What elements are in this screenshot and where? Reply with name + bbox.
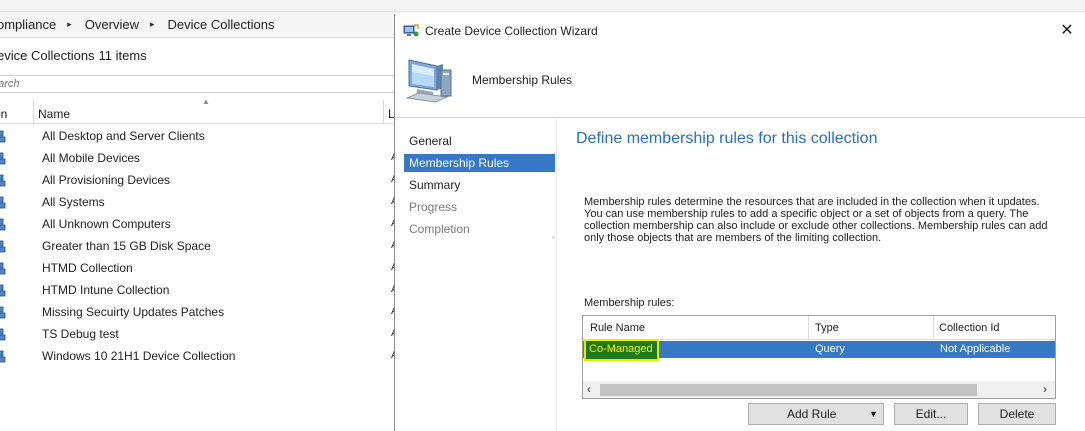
device-collection-icon: [0, 262, 6, 275]
list-item[interactable]: Greater than 15 GB Disk SpaceA: [0, 235, 400, 257]
membership-rules-label: Membership rules:: [584, 297, 675, 309]
list-item[interactable]: Missing Secuirty Updates PatchesA: [0, 301, 400, 323]
list-item[interactable]: All Desktop and Server Clients: [0, 125, 400, 147]
device-collection-icon: [0, 306, 6, 319]
search-bar: [0, 75, 400, 93]
collection-name: Greater than 15 GB Disk Space: [42, 239, 211, 253]
rules-table-header: Rule Name Type Collection Id: [583, 316, 1055, 340]
collection-name: TS Debug test: [42, 327, 119, 341]
membership-rules-table[interactable]: Rule Name Type Collection Id Co-Managed …: [582, 315, 1056, 399]
nav-item-progress: Progress: [409, 200, 458, 214]
wizard-title: Create Device Collection Wizard: [425, 24, 598, 38]
collection-list: All Desktop and Server Clients All Mobile…: [0, 125, 400, 367]
collection-name: HTMD Intune Collection: [42, 283, 170, 297]
rules-header-collection-id[interactable]: Collection Id: [939, 322, 1000, 334]
column-header-row: on ▲ Name L: [0, 97, 400, 124]
breadcrumb-separator-icon: ▸: [67, 19, 72, 29]
breadcrumb-item-compliance[interactable]: ompliance: [0, 17, 56, 32]
delete-button[interactable]: Delete: [978, 403, 1056, 425]
column-divider[interactable]: [33, 100, 34, 124]
horizontal-scrollbar[interactable]: ‹ ›: [583, 381, 1055, 398]
add-rule-label: Add Rule: [787, 407, 837, 421]
top-strip: [0, 0, 1085, 12]
list-item[interactable]: Windows 10 21H1 Device CollectionA: [0, 345, 400, 367]
column-divider[interactable]: [933, 316, 934, 340]
rules-header-rule-name[interactable]: Rule Name: [590, 322, 645, 334]
device-collection-icon: [0, 284, 6, 297]
computer-icon: [405, 59, 452, 103]
device-collection-icon: [0, 196, 6, 209]
device-collection-icon: [0, 240, 6, 253]
list-item[interactable]: All SystemsA: [0, 191, 400, 213]
breadcrumb-item-overview[interactable]: Overview: [85, 17, 139, 32]
scrollbar-thumb[interactable]: [600, 384, 977, 396]
wizard-header: Membership Rules: [395, 48, 1085, 118]
collection-name: All Desktop and Server Clients: [42, 129, 205, 143]
device-collection-icon: [0, 130, 6, 143]
device-collection-icon: [0, 174, 6, 187]
device-collection-icon: [0, 152, 6, 165]
scroll-right-icon[interactable]: ›: [1043, 382, 1047, 396]
rules-header-type[interactable]: Type: [815, 322, 839, 334]
wizard-app-icon: [403, 24, 419, 37]
page-heading: Define membership rules for this collect…: [576, 130, 878, 147]
sort-arrow-icon: ▲: [202, 97, 210, 106]
page-description: Membership rules determine the resources…: [584, 196, 1048, 244]
collection-name: Missing Secuirty Updates Patches: [42, 305, 225, 319]
rule-type-cell: Query: [815, 343, 845, 355]
list-item[interactable]: All Mobile DevicesA: [0, 147, 400, 169]
list-title: evice Collections 11 items: [0, 48, 147, 63]
list-item[interactable]: HTMD Intune CollectionA: [0, 279, 400, 301]
nav-item-completion: Completion: [409, 222, 470, 236]
list-item[interactable]: All Unknown ComputersA: [0, 213, 400, 235]
column-divider[interactable]: [383, 100, 384, 124]
breadcrumb-item-device-collections[interactable]: Device Collections: [168, 17, 275, 32]
collection-name: All Systems: [42, 195, 105, 209]
wizard-main-panel: Define membership rules for this collect…: [558, 119, 1085, 431]
list-item[interactable]: All Provisioning DevicesA: [0, 169, 400, 191]
item-count: 11 items: [98, 48, 147, 63]
wizard-page-name: Membership Rules: [472, 73, 573, 87]
create-device-collection-wizard: Create Device Collection Wizard ✕ Member…: [394, 14, 1085, 431]
device-collection-icon: [0, 350, 6, 363]
device-collection-icon: [0, 328, 6, 341]
collection-name: Windows 10 21H1 Device Collection: [42, 349, 236, 363]
rule-collection-id-cell: Not Applicable: [940, 343, 1011, 355]
list-title-text: evice Collections: [0, 48, 95, 63]
list-item[interactable]: HTMD CollectionA: [0, 257, 400, 279]
column-header-name[interactable]: Name: [38, 107, 70, 121]
table-row[interactable]: Co-Managed Query Not Applicable: [583, 341, 1055, 359]
add-rule-button[interactable]: Add Rule ▼: [748, 403, 884, 425]
nav-item-membership-rules[interactable]: Membership Rules: [404, 154, 555, 172]
collection-name: HTMD Collection: [42, 261, 133, 275]
breadcrumb: ompliance ▸ Overview ▸ Device Collection…: [0, 12, 400, 38]
wizard-title-bar: Create Device Collection Wizard ✕: [395, 14, 1085, 48]
collection-name: All Unknown Computers: [42, 217, 171, 231]
nav-item-general[interactable]: General: [404, 132, 555, 150]
breadcrumb-separator-icon: ▸: [149, 19, 155, 29]
wizard-nav: General Membership Rules Summary Progress Co…: [395, 119, 557, 431]
collection-name: All Mobile Devices: [42, 151, 141, 165]
scroll-left-icon[interactable]: ‹: [587, 382, 591, 396]
search-input[interactable]: [0, 76, 400, 92]
close-icon[interactable]: ✕: [1055, 21, 1079, 43]
column-divider[interactable]: [808, 316, 809, 340]
nav-item-summary[interactable]: Summary: [404, 176, 555, 194]
list-item[interactable]: TS Debug testA: [0, 323, 400, 345]
device-collection-icon: [0, 218, 6, 231]
rule-name-cell: Co-Managed: [586, 341, 657, 359]
collection-name: All Provisioning Devices: [42, 173, 171, 187]
dropdown-caret-icon: ▼: [869, 409, 878, 419]
column-header-icon[interactable]: on: [0, 107, 7, 121]
edit-button[interactable]: Edit...: [894, 403, 968, 425]
